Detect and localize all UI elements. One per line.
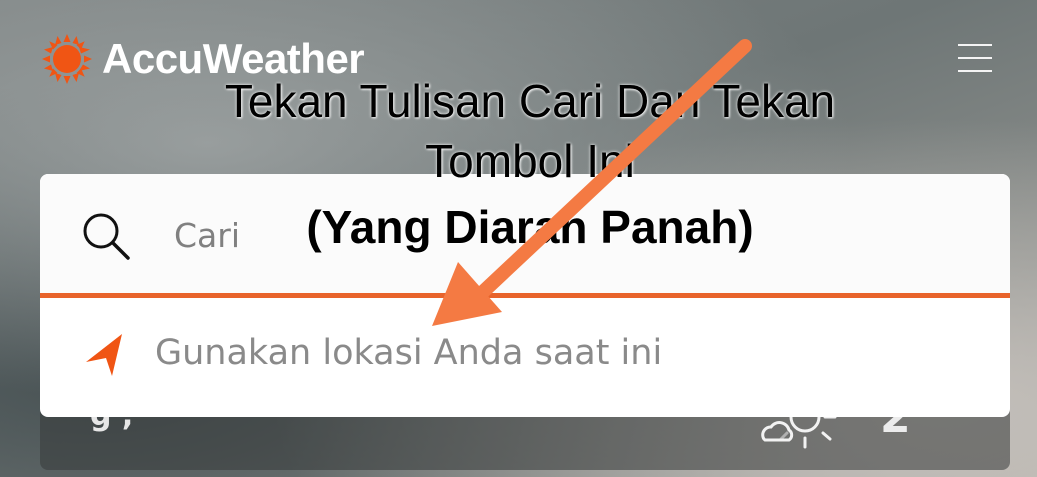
search-icon[interactable] xyxy=(80,211,132,261)
instruction-line-3: (Yang Diarah Panah) xyxy=(306,201,754,253)
instruction-line-1: Tekan Tulisan Cari Dan Tekan xyxy=(224,75,836,127)
instruction-line-2: Tombol Ini xyxy=(425,135,635,187)
sun-icon xyxy=(42,34,92,84)
use-current-location-label: Gunakan lokasi Anda saat ini xyxy=(155,333,663,373)
use-current-location-button[interactable]: Gunakan lokasi Anda saat ini xyxy=(40,298,1010,417)
hamburger-menu-icon[interactable] xyxy=(958,44,992,74)
location-arrow-icon xyxy=(86,334,122,376)
